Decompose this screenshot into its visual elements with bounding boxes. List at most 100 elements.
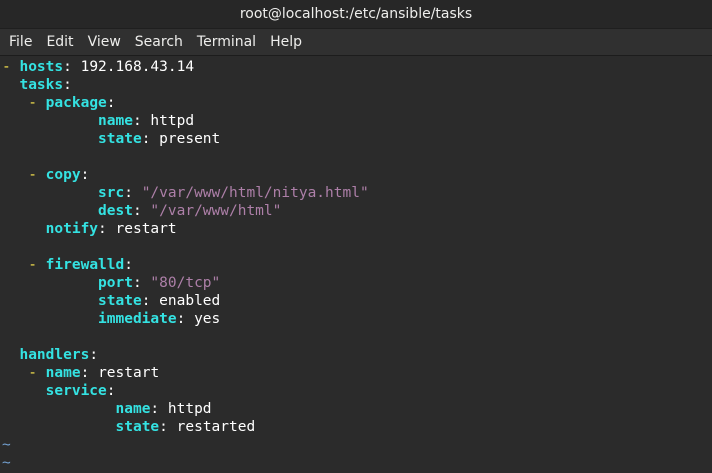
yaml-line: name: httpd bbox=[2, 112, 194, 130]
window-title: root@localhost:/etc/ansible/tasks bbox=[239, 6, 473, 22]
yaml-line: src: "/var/www/html/nitya.html" bbox=[2, 184, 369, 202]
menu-search[interactable]: Search bbox=[128, 31, 190, 53]
yaml-value: restart bbox=[115, 221, 177, 237]
menu-terminal[interactable]: Terminal bbox=[190, 31, 263, 53]
yaml-key: dest bbox=[98, 203, 133, 219]
yaml-key: hosts bbox=[19, 59, 64, 75]
yaml-separator: : bbox=[106, 95, 116, 111]
yaml-key: src bbox=[98, 185, 125, 201]
tilde-marker: ~ bbox=[2, 437, 11, 453]
list-dash: - bbox=[28, 95, 46, 111]
yaml-separator: : bbox=[63, 59, 81, 75]
window-titlebar[interactable]: root@localhost:/etc/ansible/tasks bbox=[0, 0, 712, 29]
yaml-line: - package: bbox=[2, 94, 116, 112]
yaml-separator: : bbox=[80, 365, 99, 381]
yaml-key: state bbox=[98, 131, 142, 147]
yaml-line: - firewalld: bbox=[2, 256, 133, 274]
yaml-separator: : bbox=[98, 221, 116, 237]
list-dash: - bbox=[28, 257, 46, 273]
tilde-marker: ~ bbox=[2, 455, 11, 471]
yaml-value: restarted bbox=[176, 419, 256, 435]
yaml-key: notify bbox=[45, 221, 99, 237]
yaml-value: httpd bbox=[150, 113, 195, 129]
yaml-key: firewalld bbox=[45, 257, 125, 273]
yaml-key: name bbox=[45, 365, 81, 381]
yaml-line: dest: "/var/www/html" bbox=[2, 202, 281, 220]
yaml-line: immediate: yes bbox=[2, 310, 220, 328]
yaml-separator: : bbox=[132, 113, 151, 129]
yaml-value: yes bbox=[194, 311, 221, 327]
yaml-key: name bbox=[98, 113, 133, 129]
yaml-line: - name: restart bbox=[2, 364, 159, 382]
yaml-value: present bbox=[159, 131, 221, 147]
yaml-value: "80/tcp" bbox=[150, 275, 221, 291]
yaml-line: service: bbox=[2, 382, 116, 400]
yaml-line: - copy: bbox=[2, 166, 89, 184]
menu-file[interactable]: File bbox=[2, 31, 39, 53]
yaml-line: notify: restart bbox=[2, 220, 177, 238]
list-dash: - bbox=[28, 365, 46, 381]
yaml-key: name bbox=[115, 401, 151, 417]
yaml-value: "/var/www/html/nitya.html" bbox=[141, 185, 369, 201]
yaml-line: state: enabled bbox=[2, 292, 220, 310]
yaml-separator: : bbox=[80, 167, 90, 183]
menu-edit[interactable]: Edit bbox=[39, 31, 80, 53]
yaml-separator: : bbox=[150, 401, 168, 417]
yaml-key: state bbox=[98, 293, 142, 309]
yaml-separator: : bbox=[159, 419, 177, 435]
empty-buffer-line: ~ bbox=[2, 436, 11, 454]
terminal-editor[interactable]: - hosts: 192.168.43.14 tasks: - package:… bbox=[0, 56, 712, 473]
yaml-line: state: restarted bbox=[2, 418, 256, 436]
list-dash: - bbox=[28, 167, 46, 183]
yaml-separator: : bbox=[63, 77, 72, 93]
yaml-key: service bbox=[45, 383, 107, 399]
yaml-line: handlers: bbox=[2, 346, 98, 364]
yaml-key: handlers bbox=[19, 347, 90, 363]
yaml-value: restart bbox=[98, 365, 160, 381]
yaml-key: copy bbox=[45, 167, 81, 183]
yaml-line: tasks: bbox=[2, 76, 72, 94]
yaml-separator: : bbox=[124, 257, 133, 273]
yaml-value: "/var/www/html" bbox=[150, 203, 282, 219]
yaml-line: port: "80/tcp" bbox=[2, 274, 220, 292]
yaml-key: immediate bbox=[98, 311, 177, 327]
yaml-line: - hosts: 192.168.43.14 bbox=[2, 58, 194, 76]
menu-bar: File Edit View Search Terminal Help bbox=[0, 29, 712, 56]
menu-view[interactable]: View bbox=[81, 31, 128, 53]
yaml-key: package bbox=[45, 95, 107, 111]
yaml-value: enabled bbox=[159, 293, 221, 309]
yaml-key: port bbox=[98, 275, 133, 291]
yaml-line: state: present bbox=[2, 130, 220, 148]
yaml-key: state bbox=[115, 419, 160, 435]
yaml-separator: : bbox=[141, 293, 160, 309]
yaml-key: tasks bbox=[19, 77, 64, 93]
yaml-separator: : bbox=[124, 185, 142, 201]
yaml-value: httpd bbox=[167, 401, 212, 417]
yaml-separator: : bbox=[89, 347, 99, 363]
menu-help[interactable]: Help bbox=[263, 31, 309, 53]
list-dash: - bbox=[2, 59, 20, 75]
yaml-separator: : bbox=[141, 131, 160, 147]
yaml-separator: : bbox=[132, 203, 151, 219]
yaml-separator: : bbox=[176, 311, 195, 327]
empty-buffer-line: ~ bbox=[2, 454, 11, 472]
yaml-separator: : bbox=[132, 275, 151, 291]
yaml-line: name: httpd bbox=[2, 400, 212, 418]
